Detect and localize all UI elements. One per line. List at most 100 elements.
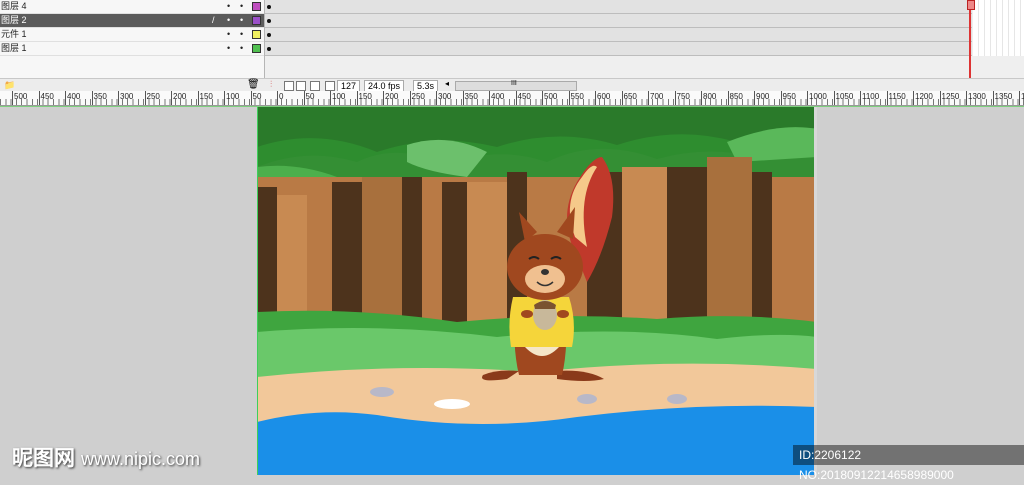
timeline-scrollbar[interactable]: III xyxy=(455,80,577,91)
pencil-icon: / xyxy=(212,15,215,25)
ruler-label: 300 xyxy=(120,92,134,101)
frame-row[interactable] xyxy=(265,42,972,56)
lock-dot[interactable]: • xyxy=(240,0,243,13)
guide-line-vertical xyxy=(257,107,258,475)
onion-outline-icon[interactable] xyxy=(296,81,306,91)
lock-dot[interactable]: • xyxy=(240,42,243,55)
keyframe[interactable] xyxy=(267,33,271,37)
ruler-label: 1000 xyxy=(809,92,827,101)
ruler-label: 50 xyxy=(305,92,315,101)
layer-color-swatch[interactable] xyxy=(252,16,261,25)
tree-trunk xyxy=(402,177,422,337)
ruler-label: 150 xyxy=(358,92,372,101)
tree-trunk xyxy=(622,167,667,337)
layer-row[interactable]: 元件 1 • • xyxy=(0,28,264,42)
ruler-label: 700 xyxy=(650,92,664,101)
layer-name: 元件 1 xyxy=(1,29,27,39)
playhead[interactable] xyxy=(967,0,975,78)
ruler-label: 550 xyxy=(570,92,584,101)
scroll-left-icon[interactable]: ◂ xyxy=(445,79,449,88)
ruler-label: 300 xyxy=(438,92,452,101)
ruler-label: 50 xyxy=(252,92,262,101)
ruler-label: 1050 xyxy=(835,92,854,101)
ruler-label: 950 xyxy=(782,92,796,101)
tree-trunk xyxy=(442,182,467,337)
layer-row[interactable]: 图层 1 • • xyxy=(0,42,264,56)
ruler-label: 150 xyxy=(199,92,213,101)
layer-row[interactable]: 图层 2 / • • xyxy=(0,14,264,28)
ruler-label: 750 xyxy=(676,92,690,101)
watermark-brand: 昵图网 www.nipic.com xyxy=(12,442,200,472)
keyframe[interactable] xyxy=(267,5,271,9)
watermark-url: www.nipic.com xyxy=(81,449,201,469)
layer-name: 图层 2 xyxy=(1,15,27,25)
ruler-label: 600 xyxy=(597,92,611,101)
ruler-label: 250 xyxy=(411,92,425,101)
stage-edge xyxy=(814,107,817,475)
scroll-grip[interactable]: III xyxy=(511,80,517,87)
ruler-label: 100 xyxy=(332,92,346,101)
lock-dot[interactable]: • xyxy=(240,14,243,27)
layer-color-swatch[interactable] xyxy=(252,2,261,11)
layer-name: 图层 4 xyxy=(1,1,27,11)
keyframe[interactable] xyxy=(267,47,271,51)
layer-row[interactable]: 图层 4 • • xyxy=(0,0,264,14)
layer-name: 图层 1 xyxy=(1,43,27,53)
ruler-label: 850 xyxy=(729,92,743,101)
ruler-label: 200 xyxy=(173,92,187,101)
layers-panel: 图层 4 • • 图层 2 / • • 元件 1 • • 图层 1 • • xyxy=(0,0,265,78)
visibility-dot[interactable]: • xyxy=(227,0,230,13)
squirrel-paw xyxy=(521,310,533,318)
frame-row[interactable] xyxy=(265,14,972,28)
watermark-brand-text: 昵图网 xyxy=(12,447,75,470)
layer-color-swatch[interactable] xyxy=(252,44,261,53)
ruler-label: 650 xyxy=(623,92,637,101)
ruler-label: 800 xyxy=(703,92,717,101)
timeline-status-bar: 📁 🗑 ⫶ 127 24.0 fps 5.3s ◂ III xyxy=(0,78,1024,92)
frames-area[interactable] xyxy=(265,0,1024,78)
ruler-label: 500 xyxy=(544,92,558,101)
stone xyxy=(370,387,394,397)
ruler-label: 1200 xyxy=(915,92,933,101)
squirrel-nose xyxy=(541,269,549,275)
visibility-dot[interactable]: • xyxy=(227,14,230,27)
visibility-dot[interactable]: • xyxy=(227,42,230,55)
layer-color-swatch[interactable] xyxy=(252,30,261,39)
ruler-label: 450 xyxy=(40,92,54,101)
stone xyxy=(667,394,687,404)
empty-frame-grid[interactable] xyxy=(973,0,1024,56)
modify-markers-icon[interactable] xyxy=(325,81,335,91)
stone xyxy=(434,399,470,409)
squirrel-paw xyxy=(557,310,569,318)
playhead-handle[interactable] xyxy=(967,0,975,10)
ruler-label: 400 xyxy=(67,92,81,101)
ruler-label: 1150 xyxy=(888,92,906,101)
stage-canvas[interactable] xyxy=(257,107,817,475)
ruler-label: 1250 xyxy=(941,92,960,101)
trash-icon[interactable]: 🗑 xyxy=(247,79,260,90)
tree-trunk xyxy=(667,167,707,337)
tree-trunk xyxy=(707,157,752,337)
ruler-label: 200 xyxy=(385,92,399,101)
ruler-label: 900 xyxy=(756,92,770,101)
center-frame-icon[interactable]: ⫶ xyxy=(270,79,272,90)
keyframe[interactable] xyxy=(267,19,271,23)
ruler-label: 250 xyxy=(146,92,160,101)
visibility-dot[interactable]: • xyxy=(227,28,230,41)
edit-multiple-frames-icon[interactable] xyxy=(310,81,320,91)
add-folder-icon[interactable]: 📁 xyxy=(4,80,15,91)
frame-row[interactable] xyxy=(265,28,972,42)
tree-trunk xyxy=(467,182,507,337)
frame-row[interactable] xyxy=(265,0,972,14)
stone xyxy=(577,394,597,404)
tree-trunk xyxy=(752,172,772,337)
lock-dot[interactable]: • xyxy=(240,28,243,41)
onion-skin-icon[interactable] xyxy=(284,81,294,91)
ruler-label: 0 xyxy=(279,92,284,101)
ruler-label: 350 xyxy=(464,92,478,101)
ruler-label: 500 xyxy=(14,92,28,101)
ruler-label: 1300 xyxy=(968,92,986,101)
timeline-panel: 图层 4 • • 图层 2 / • • 元件 1 • • 图层 1 • • xyxy=(0,0,1024,78)
horizontal-ruler: 500 450 400 350 300 250 200 150 100 50 0 50 100 150 20… xyxy=(0,91,1024,106)
ruler-label: 400 xyxy=(491,92,505,101)
